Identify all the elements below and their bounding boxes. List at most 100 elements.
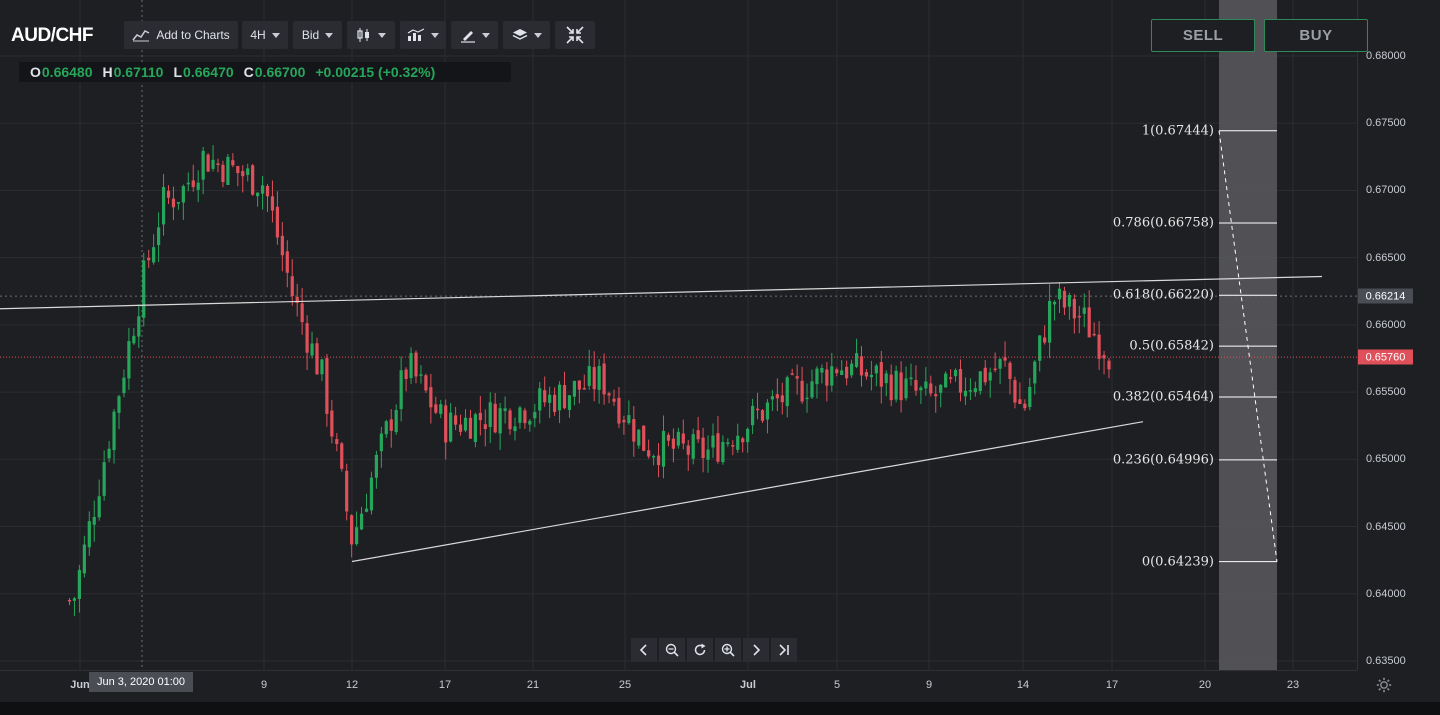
candle-body bbox=[770, 396, 774, 400]
price-tick-label: 0.67000 bbox=[1366, 184, 1406, 197]
layers-dropdown[interactable] bbox=[503, 21, 550, 49]
candle-body bbox=[617, 397, 621, 424]
candle-body bbox=[647, 450, 651, 457]
interval-label: 4H bbox=[250, 28, 266, 42]
chart-canvas[interactable] bbox=[0, 0, 1357, 670]
candle-body bbox=[1087, 307, 1091, 338]
symbol-title: AUD/CHF bbox=[11, 25, 94, 46]
candle-body bbox=[171, 198, 176, 208]
time-axis[interactable] bbox=[0, 670, 1357, 703]
buy-button[interactable]: BUY bbox=[1264, 19, 1368, 52]
candle-body bbox=[355, 527, 359, 545]
candle-body bbox=[716, 433, 720, 462]
time-tick-label: 9 bbox=[260, 679, 268, 691]
price-tick-label: 0.65000 bbox=[1366, 453, 1406, 466]
candle-body bbox=[290, 276, 294, 297]
candle-body bbox=[201, 150, 205, 180]
candle-body bbox=[800, 380, 804, 402]
candle-body bbox=[280, 235, 284, 256]
candle-body bbox=[1067, 295, 1071, 307]
candle-body bbox=[270, 196, 275, 211]
go-to-latest-icon[interactable] bbox=[771, 638, 797, 662]
candle-body bbox=[1008, 362, 1012, 379]
candle-body bbox=[850, 363, 854, 376]
settings-gear-icon[interactable] bbox=[1376, 677, 1392, 693]
candle-body bbox=[67, 600, 72, 602]
candle-body bbox=[949, 377, 953, 379]
add-to-charts-button[interactable]: Add to Charts bbox=[124, 21, 238, 49]
time-tick-label: 21 bbox=[526, 679, 540, 691]
fib-level-label: 0(0.64239) bbox=[1141, 554, 1214, 570]
candle-body bbox=[478, 412, 482, 421]
candle-body bbox=[746, 428, 750, 443]
price-tick-label: 0.65500 bbox=[1366, 386, 1406, 399]
indicators-dropdown[interactable] bbox=[400, 21, 446, 49]
candle-body bbox=[345, 470, 349, 512]
candle-body bbox=[780, 395, 784, 403]
candle-body bbox=[191, 180, 195, 188]
indicators-icon bbox=[407, 28, 425, 41]
candle-body bbox=[186, 182, 190, 185]
interval-dropdown[interactable]: 4H bbox=[242, 21, 288, 49]
candle-body bbox=[562, 385, 567, 409]
price-type-dropdown[interactable]: Bid bbox=[293, 21, 342, 49]
candle-body bbox=[488, 402, 492, 427]
candle-body bbox=[632, 419, 636, 442]
candle-body bbox=[968, 390, 972, 392]
candle-body bbox=[340, 443, 344, 469]
candle-body bbox=[706, 449, 710, 460]
candlestick-icon bbox=[357, 28, 369, 42]
candle-body bbox=[666, 434, 671, 441]
candle-body bbox=[117, 396, 121, 413]
candle-body bbox=[879, 362, 883, 387]
candle-body bbox=[181, 186, 185, 203]
price-tick-label: 0.66500 bbox=[1366, 251, 1406, 264]
low-value: 0.66470 bbox=[183, 64, 234, 80]
candle-body bbox=[557, 384, 562, 411]
drawing-pen-icon bbox=[460, 31, 475, 43]
candle-body bbox=[741, 438, 745, 443]
candle-body bbox=[429, 387, 433, 408]
candle-body bbox=[434, 404, 438, 413]
collapse-button[interactable] bbox=[555, 21, 595, 49]
candle-body bbox=[686, 445, 690, 455]
candle-body bbox=[221, 164, 225, 183]
candle-body bbox=[493, 403, 497, 433]
candle-body bbox=[934, 394, 938, 397]
time-tick-label: 14 bbox=[1016, 679, 1030, 691]
candle-body bbox=[251, 165, 255, 195]
chart-navigation bbox=[631, 638, 799, 662]
reset-icon[interactable] bbox=[687, 638, 713, 662]
candle-body bbox=[107, 448, 111, 459]
candle-body bbox=[122, 377, 126, 394]
price-axis[interactable] bbox=[1357, 0, 1440, 670]
candle-body bbox=[627, 415, 631, 424]
candle-body bbox=[820, 367, 824, 373]
candle-body bbox=[483, 424, 487, 430]
candle-body bbox=[246, 168, 250, 176]
price-tick-label: 0.66000 bbox=[1366, 318, 1406, 331]
candle-body bbox=[760, 410, 765, 421]
candle-body bbox=[97, 496, 101, 518]
fib-level-label: 0.786(0.66758) bbox=[1112, 215, 1214, 231]
candle-body bbox=[642, 425, 646, 451]
fib-level-label: 0.382(0.65464) bbox=[1112, 389, 1214, 405]
candle-body bbox=[572, 380, 576, 397]
zoom-out-icon[interactable] bbox=[659, 638, 685, 662]
candle-body bbox=[176, 202, 180, 204]
scroll-left-icon[interactable] bbox=[631, 638, 657, 662]
crosshair-price-label: 0.66214 bbox=[1358, 288, 1413, 304]
candle-body bbox=[548, 394, 552, 403]
chart-type-dropdown[interactable] bbox=[347, 21, 395, 49]
drawing-tools-dropdown[interactable] bbox=[451, 21, 498, 49]
candle-body bbox=[978, 371, 982, 391]
zoom-in-icon[interactable] bbox=[715, 638, 741, 662]
collapse-icon bbox=[566, 26, 584, 44]
candle-body bbox=[538, 388, 542, 411]
candle-body bbox=[711, 435, 715, 448]
time-tick-label: 25 bbox=[618, 679, 632, 691]
scroll-right-icon[interactable] bbox=[743, 638, 769, 662]
sell-button[interactable]: SELL bbox=[1151, 19, 1255, 52]
candle-body bbox=[166, 190, 171, 198]
candle-body bbox=[211, 159, 215, 169]
